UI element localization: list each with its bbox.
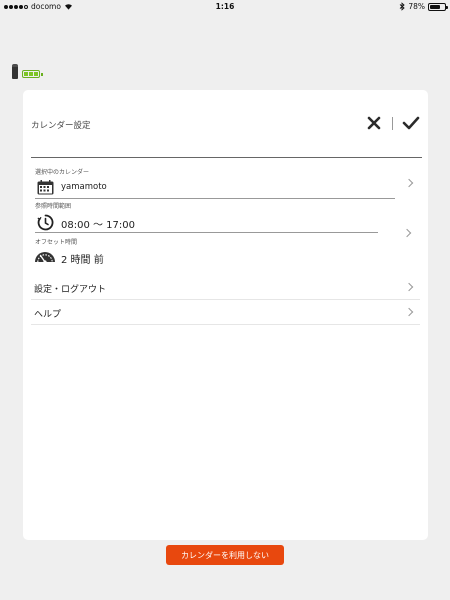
- page-title: カレンダー設定: [31, 121, 91, 131]
- menu-item-label: ヘルプ: [34, 310, 62, 320]
- calendar-settings-card: カレンダー設定 選択中のカレンダー yamamoto 参照時間範囲 08:00 …: [23, 90, 428, 540]
- check-icon: [402, 116, 420, 130]
- speedometer-icon: [34, 248, 56, 264]
- offset-time-label: オフセット時間: [35, 239, 78, 246]
- selected-calendar-value: yamamoto: [61, 182, 107, 192]
- chevron-right-icon: [404, 307, 414, 317]
- battery-fill: [430, 4, 441, 9]
- device-battery-icon: [22, 70, 43, 78]
- bluetooth-icon: [400, 2, 406, 11]
- status-right: 78%: [399, 2, 448, 11]
- chevron-right-icon: [402, 228, 412, 238]
- offset-time-value: 2 時間 前: [61, 255, 104, 266]
- header-actions: [363, 112, 422, 134]
- time-settings-row[interactable]: 参照時間範囲 08:00 〜 17:00 オフセット時間 2 時間 前: [23, 200, 428, 270]
- chevron-right-icon: [404, 282, 414, 292]
- menu-item-settings-logout[interactable]: 設定・ログアウト: [31, 275, 420, 300]
- selected-calendar-label: 選択中のカレンダー: [35, 169, 90, 176]
- selected-calendar-row[interactable]: 選択中のカレンダー yamamoto: [23, 162, 428, 200]
- close-icon: [367, 116, 381, 130]
- disable-calendar-button[interactable]: カレンダーを利用しない: [166, 545, 284, 565]
- card-header: カレンダー設定: [31, 90, 422, 158]
- phone-icon: [12, 64, 18, 79]
- reference-time-value: 08:00 〜 17:00: [61, 220, 135, 231]
- chevron-right-icon: [404, 178, 414, 188]
- calendar-icon: [35, 178, 55, 196]
- clock-icon: [35, 212, 55, 232]
- menu-item-label: 設定・ログアウト: [34, 285, 107, 295]
- battery-percent: 78%: [408, 2, 425, 11]
- status-time: 1:16: [215, 2, 235, 11]
- device-status: [12, 64, 43, 79]
- reference-time-label: 参照時間範囲: [35, 203, 72, 210]
- header-divider: [392, 116, 393, 130]
- status-bar: docomo 1:16 78%: [0, 0, 450, 14]
- close-button[interactable]: [363, 112, 385, 134]
- selected-calendar-underline: [35, 198, 395, 199]
- confirm-button[interactable]: [400, 112, 422, 134]
- battery-icon: [428, 2, 448, 11]
- reference-time-underline: [35, 232, 378, 233]
- menu-item-help[interactable]: ヘルプ: [31, 300, 420, 325]
